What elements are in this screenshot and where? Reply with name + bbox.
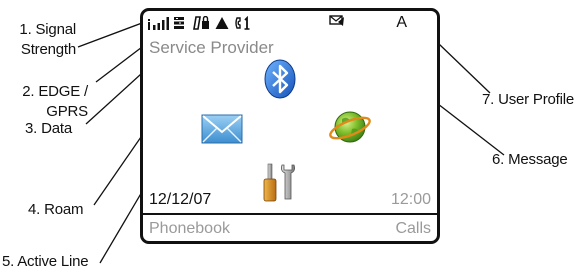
callout-message: 6. Message xyxy=(492,151,568,168)
service-provider-label: Service Provider xyxy=(149,38,274,57)
date-display: 12/12/07 xyxy=(149,191,212,208)
browser-icon[interactable] xyxy=(328,107,372,147)
email-icon[interactable] xyxy=(201,113,243,145)
active-line-icon xyxy=(235,16,250,30)
bluetooth-icon[interactable] xyxy=(263,59,297,99)
status-bar: A xyxy=(143,11,437,37)
phonebook-softkey[interactable]: Phonebook xyxy=(149,220,230,238)
callout-active-line: 5. Active Line xyxy=(2,253,89,270)
calls-softkey[interactable]: Calls xyxy=(395,220,431,238)
callout-edge-gprs: 2. EDGE / GPRS xyxy=(22,83,88,120)
callout-signal-strength: 1. Signal Strength xyxy=(19,21,76,58)
roam-icon xyxy=(215,17,229,29)
time-display: 12:00 xyxy=(390,191,431,208)
user-profile-indicator: A xyxy=(396,14,407,31)
signal-strength-icon xyxy=(148,17,169,30)
edge-gprs-icon xyxy=(174,17,184,29)
settings-tools-icon[interactable] xyxy=(261,161,299,203)
callout-roam: 4. Roam xyxy=(28,201,84,218)
softkey-bar: Phonebook Calls xyxy=(143,213,437,241)
callout-data: 3. Data xyxy=(25,120,72,137)
message-icon xyxy=(329,15,344,26)
data-icon xyxy=(193,16,209,30)
callout-user-profile: 7. User Profile xyxy=(482,91,575,108)
phone-screen: A Service Provider 12/12/07 12:00 Phoneb… xyxy=(140,8,440,244)
